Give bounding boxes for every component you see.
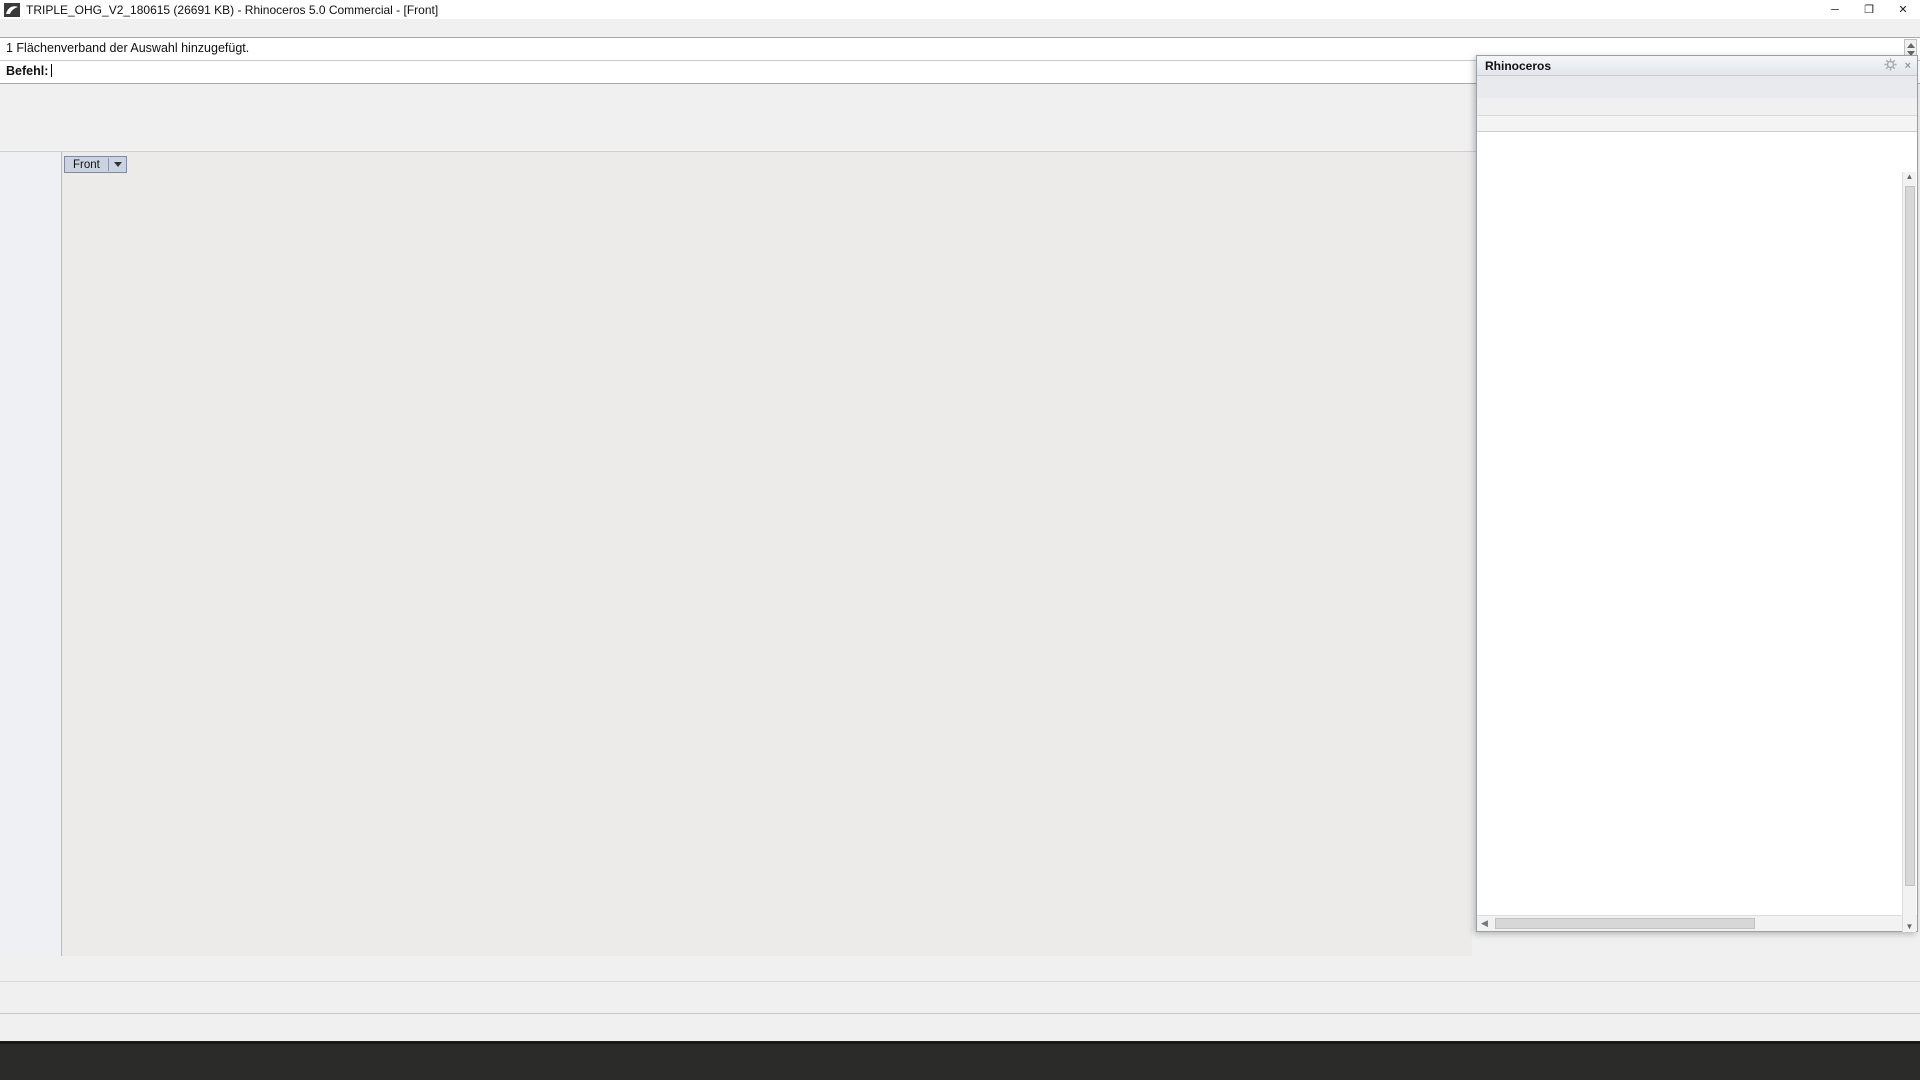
minimize-button[interactable]: ─ xyxy=(1818,0,1852,19)
scroll-down-icon[interactable]: ▼ xyxy=(1903,922,1916,931)
layer-hscrollbar[interactable]: ◀ ▶ xyxy=(1477,915,1917,931)
maximize-button[interactable]: ❐ xyxy=(1852,0,1886,19)
close-button[interactable]: ✕ xyxy=(1886,0,1920,19)
viewport-title-tab[interactable]: Front xyxy=(64,156,127,173)
status-bar xyxy=(0,1013,1920,1041)
hscroll-thumb[interactable] xyxy=(1495,918,1755,929)
title-bar[interactable]: TRIPLE_OHG_V2_180615 (26691 KB) - Rhinoc… xyxy=(0,0,1920,19)
command-history: 1 Flächenverband der Auswahl hinzugefügt… xyxy=(6,41,249,55)
viewport-tab-row xyxy=(0,956,1920,981)
scroll-up-icon[interactable] xyxy=(1907,43,1915,48)
viewport-front[interactable]: Front xyxy=(62,152,1472,956)
layer-toolbar xyxy=(1477,98,1917,116)
viewport-menu-icon[interactable] xyxy=(114,162,122,167)
left-tool-palette xyxy=(0,152,62,956)
icon-toolbar xyxy=(0,118,1476,152)
panel-title: Rhinoceros xyxy=(1485,59,1551,73)
text-caret xyxy=(51,64,52,77)
panel-close-icon[interactable]: × xyxy=(1905,60,1911,72)
taskbar xyxy=(0,1044,1920,1080)
toolbar-tab-strip xyxy=(0,98,1476,118)
window-title: TRIPLE_OHG_V2_180615 (26691 KB) - Rhinoc… xyxy=(26,3,438,17)
layers-panel: Rhinoceros × ◀ ▶ ▲ ▼ xyxy=(1476,55,1918,932)
scroll-up-icon[interactable]: ▲ xyxy=(1903,172,1916,181)
osnap-bar xyxy=(0,981,1920,1013)
layer-list xyxy=(1477,132,1917,915)
viewport-title: Front xyxy=(73,159,100,171)
gear-icon[interactable] xyxy=(1884,58,1897,74)
viewport-canvas[interactable] xyxy=(62,152,1472,956)
panel-tabs xyxy=(1477,76,1917,98)
menu-bar xyxy=(0,19,1920,37)
layer-column-headers xyxy=(1477,116,1917,132)
vscroll-thumb[interactable] xyxy=(1905,186,1915,886)
scroll-left-icon[interactable]: ◀ xyxy=(1481,918,1488,929)
panel-title-bar[interactable]: Rhinoceros × xyxy=(1477,56,1917,76)
rhino-logo-icon xyxy=(4,3,20,17)
layer-vscrollbar[interactable]: ▲ ▼ xyxy=(1902,172,1916,932)
command-prompt[interactable]: Befehl: xyxy=(6,64,52,78)
rhinoceros-window: TRIPLE_OHG_V2_180615 (26691 KB) - Rhinoc… xyxy=(0,0,1920,1080)
